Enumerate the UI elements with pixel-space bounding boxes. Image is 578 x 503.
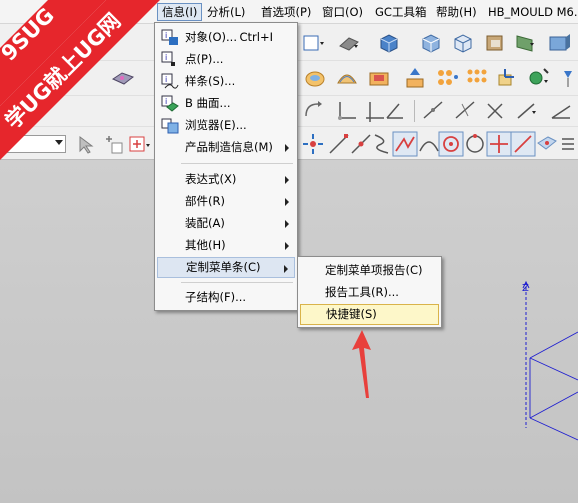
object-info-icon: i — [161, 29, 179, 46]
menu-separator — [181, 163, 293, 164]
extract-up-icon[interactable] — [402, 65, 428, 91]
menu-item-point[interactable]: i 点(P)... — [157, 49, 295, 70]
axis-z-label: Z — [522, 283, 529, 294]
cube-blue-icon[interactable] — [376, 30, 402, 56]
submenu-item-report-tool[interactable]: 报告工具(R)... — [300, 282, 439, 303]
menu-item-assembly[interactable]: 装配(A) — [157, 213, 295, 234]
menu-item-label: B 曲面... — [185, 96, 231, 110]
face-analysis-icon[interactable] — [512, 30, 538, 56]
angle-icon[interactable] — [382, 98, 408, 124]
browser-icon — [161, 117, 179, 134]
pattern-dots-icon[interactable] — [434, 65, 460, 91]
custom-menubar-submenu: 定制菜单项报告(C) 报告工具(R)... 快捷键(S) — [297, 256, 442, 328]
menu-item-expression[interactable]: 表达式(X) — [157, 169, 295, 190]
point-set-icon[interactable] — [526, 65, 552, 91]
menu-separator — [181, 282, 293, 283]
cube-shaded-icon[interactable] — [418, 30, 444, 56]
wcs-axes — [522, 280, 578, 441]
menu-gc-toolbox[interactable]: GC工具箱 — [371, 3, 430, 21]
menu-item-substructure[interactable]: 子结构(F)... — [157, 287, 295, 308]
snap-control-icon[interactable] — [300, 131, 326, 157]
svg-text:i: i — [165, 75, 167, 84]
rotate-icon[interactable] — [300, 98, 326, 124]
svg-text:i: i — [165, 97, 167, 106]
wireframe-cube-icon[interactable] — [450, 30, 476, 56]
snap-intersect-icon[interactable] — [392, 131, 418, 157]
submenu-arrow-icon — [285, 198, 289, 206]
submenu-arrow-icon — [285, 144, 289, 152]
watermark-logo: 9SUG 学UG就上UG网 — [0, 0, 160, 160]
point-icon[interactable] — [556, 65, 578, 91]
studio-icon[interactable] — [546, 30, 572, 56]
menu-item-part[interactable]: 部件(R) — [157, 191, 295, 212]
shaded-edge-icon[interactable] — [336, 30, 362, 56]
tangent-line-icon[interactable] — [514, 98, 540, 124]
point-info-icon: i — [161, 51, 179, 68]
line-tangent-icon[interactable] — [420, 98, 446, 124]
menu-item-label: 装配(A) — [185, 216, 225, 230]
snap-on-curve-icon[interactable] — [510, 131, 536, 157]
menu-item-b-surface[interactable]: i B 曲面... — [157, 93, 295, 114]
submenu-arrow-icon — [285, 242, 289, 250]
spline-info-icon: i — [161, 73, 179, 90]
submenu-item-shortcuts[interactable]: 快捷键(S) — [300, 304, 439, 325]
menu-analysis[interactable]: 分析(L) — [203, 3, 249, 21]
pattern-grid-icon[interactable] — [464, 65, 490, 91]
info-menu: i 对象(O)... Ctrl+I i 点(P)... i 样条(S)... i… — [154, 22, 298, 311]
menu-preferences[interactable]: 首选项(P) — [257, 3, 315, 21]
cross-icon[interactable] — [482, 98, 508, 124]
csys-icon[interactable] — [494, 65, 520, 91]
bisector-icon[interactable] — [548, 98, 574, 124]
menu-item-label: 部件(R) — [185, 194, 225, 208]
menu-help[interactable]: 帮助(H) — [432, 3, 481, 21]
surface-orange-icon[interactable] — [302, 65, 328, 91]
menu-item-label: 其他(H) — [185, 238, 226, 252]
menu-item-browser[interactable]: 浏览器(E)... — [157, 115, 295, 136]
shortcut-label: Ctrl+I — [239, 30, 274, 44]
menu-item-label: 子结构(F)... — [185, 290, 247, 304]
menu-item-custom-menubar[interactable]: 定制菜单条(C) — [157, 257, 295, 278]
submenu-arrow-icon — [285, 176, 289, 184]
submenu-arrow-icon — [284, 265, 288, 273]
toolbar-separator — [414, 100, 415, 122]
menu-item-label: 样条(S)... — [185, 74, 236, 88]
hide-edges-icon[interactable] — [482, 30, 508, 56]
b-surface-icon: i — [161, 95, 179, 112]
menu-info[interactable]: 信息(I) — [157, 3, 203, 21]
snap-center-icon[interactable] — [438, 131, 464, 157]
corner-icon[interactable] — [334, 98, 360, 124]
menu-item-object[interactable]: i 对象(O)... Ctrl+I — [157, 27, 295, 48]
pocket-icon[interactable] — [366, 65, 392, 91]
snap-existing-icon[interactable] — [486, 131, 512, 157]
snap-more-icon[interactable] — [558, 131, 578, 157]
svg-text:i: i — [165, 31, 167, 40]
submenu-item-menu-report[interactable]: 定制菜单项报告(C) — [300, 260, 439, 281]
menu-item-label: 定制菜单条(C) — [186, 260, 261, 274]
red-arrow-annotation — [352, 330, 371, 398]
submenu-arrow-icon — [285, 220, 289, 228]
snap-quadrant-icon[interactable] — [462, 131, 488, 157]
menu-window[interactable]: 窗口(O) — [318, 3, 367, 21]
view-dropdown-icon[interactable] — [300, 30, 326, 56]
menu-item-other[interactable]: 其他(H) — [157, 235, 295, 256]
menu-item-label: 浏览器(E)... — [185, 118, 247, 132]
line-point-icon[interactable] — [452, 98, 478, 124]
menu-hb-mould[interactable]: HB_MOULD M6.3 — [484, 3, 578, 21]
menu-item-label: 点(P)... — [185, 52, 224, 66]
svg-text:i: i — [165, 53, 167, 62]
menu-item-label: 对象(O)... — [185, 30, 237, 44]
menu-item-pmi[interactable]: 产品制造信息(M) — [157, 137, 295, 158]
swept-surface-icon[interactable] — [334, 65, 360, 91]
snap-on-face-icon[interactable] — [534, 131, 560, 157]
menu-item-spline[interactable]: i 样条(S)... — [157, 71, 295, 92]
menu-item-label: 产品制造信息(M) — [185, 140, 273, 154]
menu-item-label: 表达式(X) — [185, 172, 237, 186]
